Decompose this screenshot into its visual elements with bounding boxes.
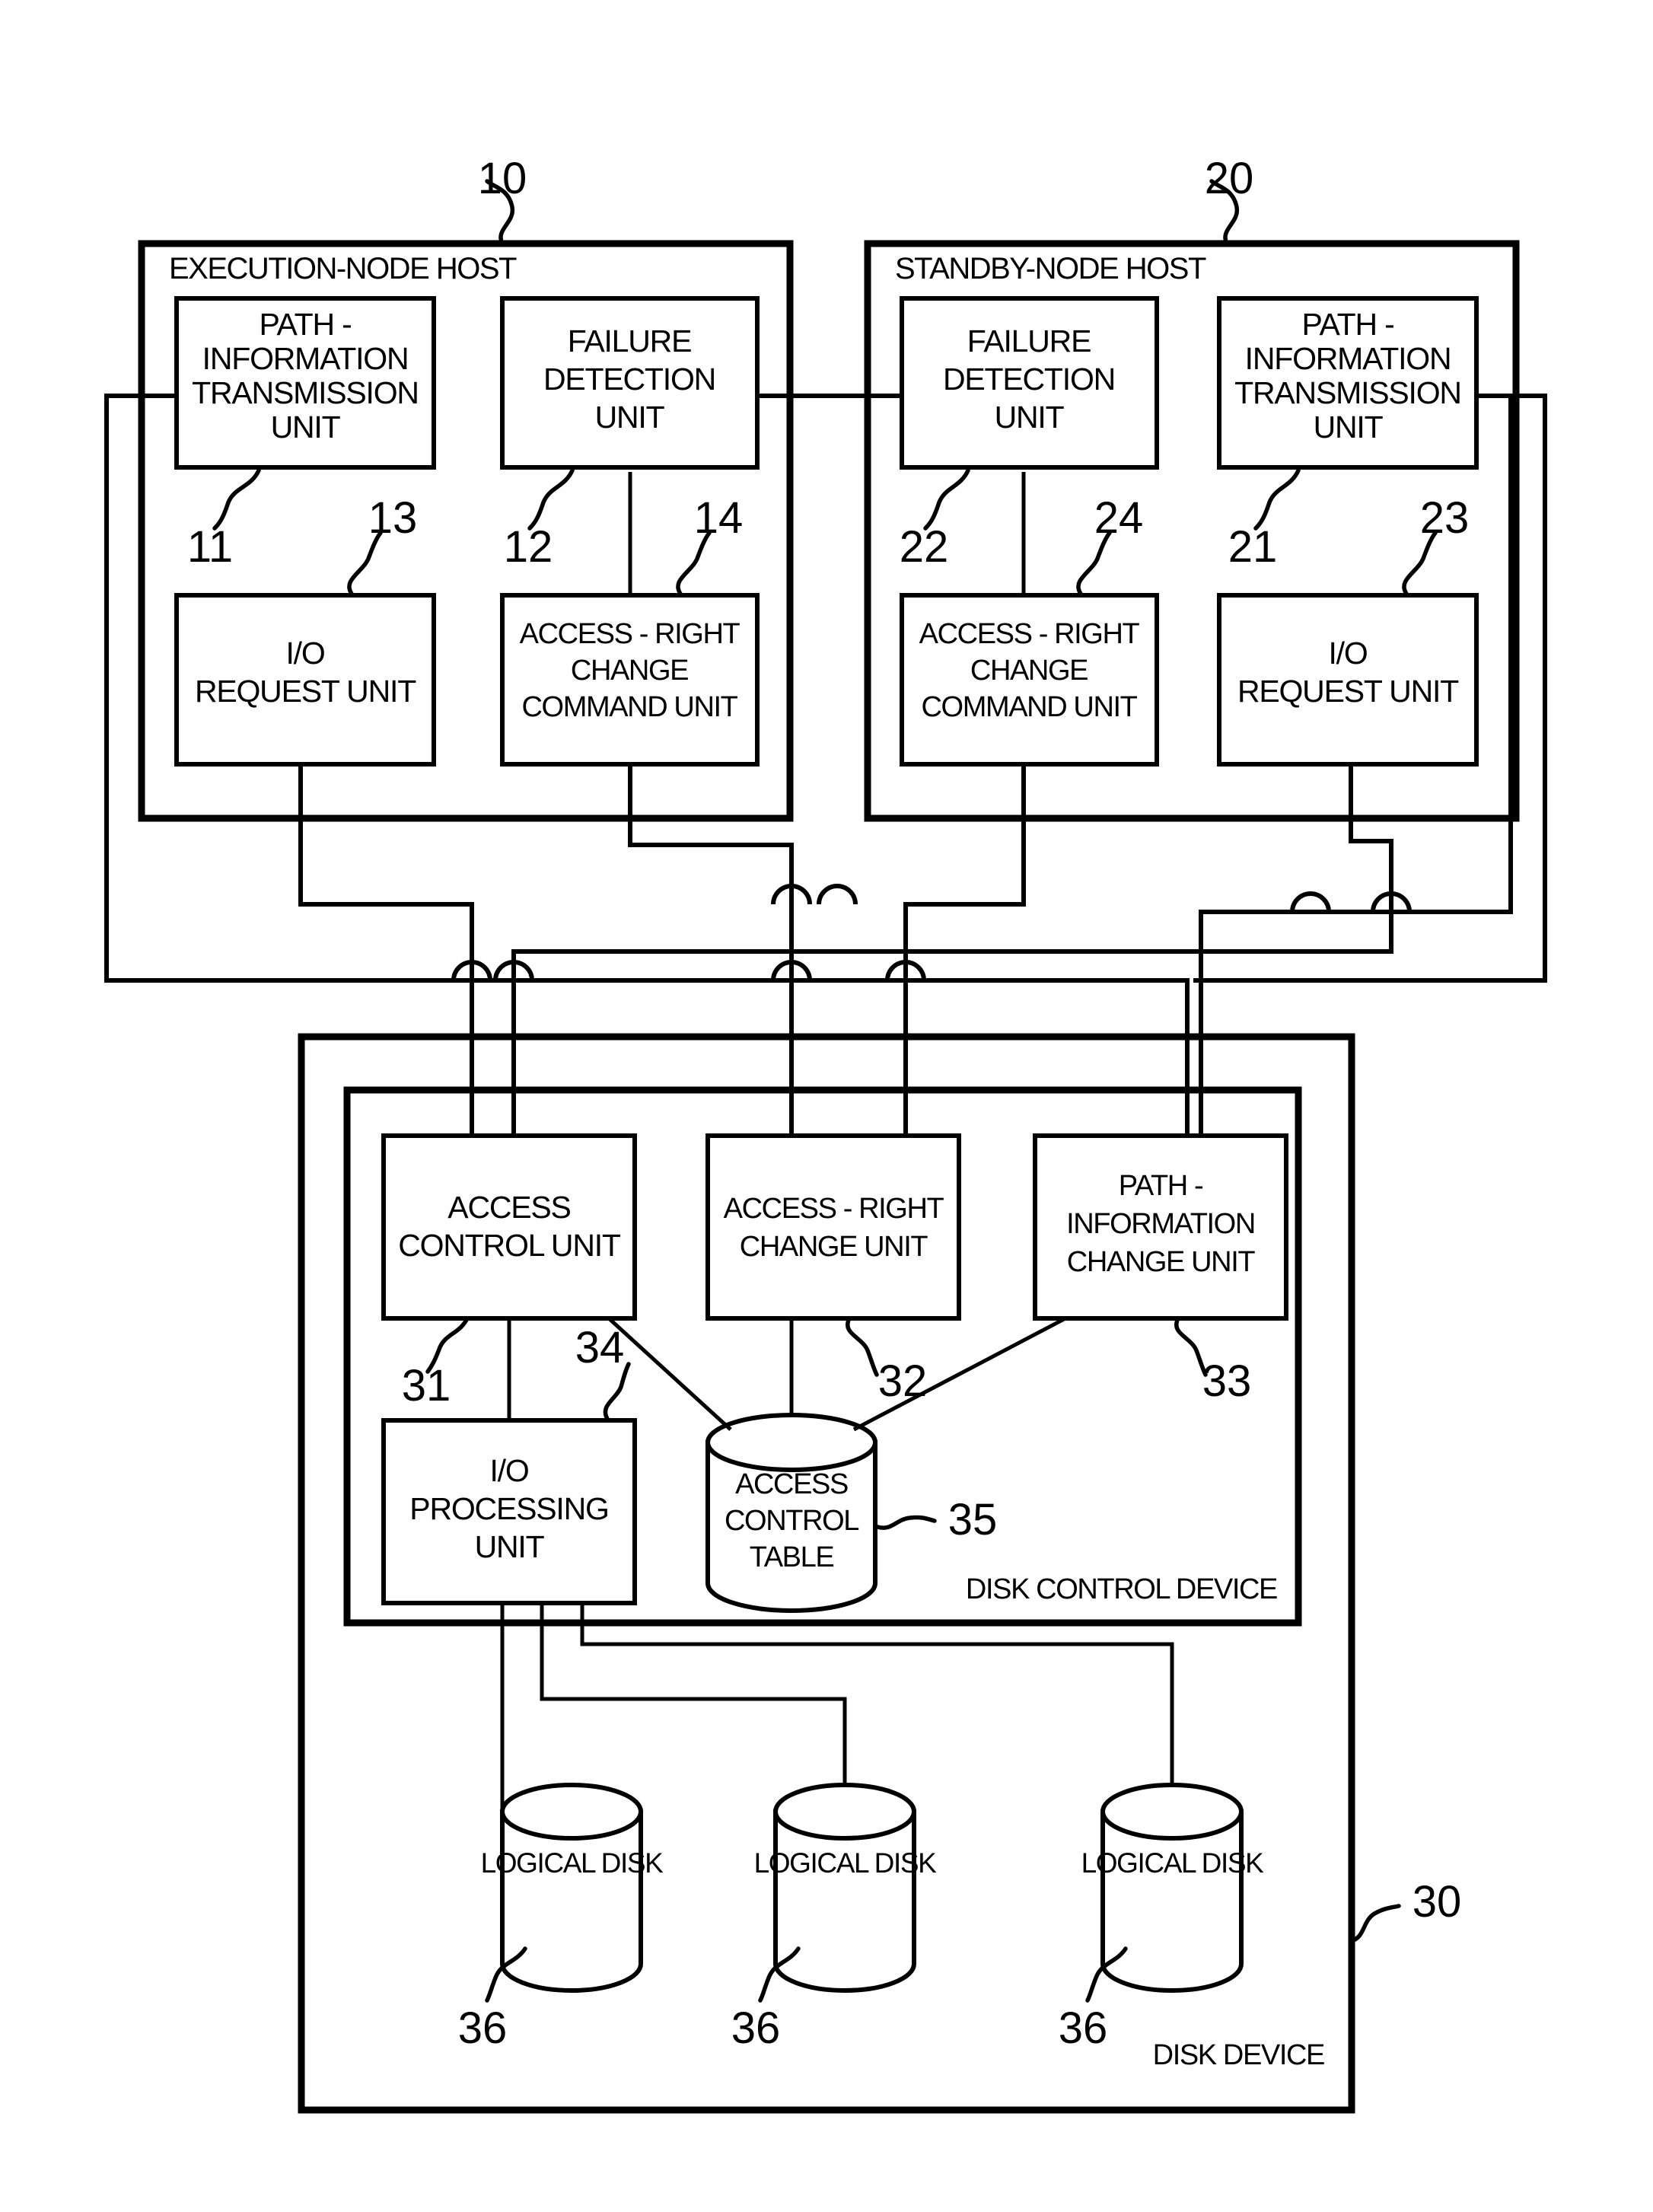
ref-label-20: 20 <box>1205 154 1254 203</box>
wire-crossover-hops-upper <box>771 884 858 905</box>
leader-35 <box>873 1515 937 1530</box>
leader-30 <box>1349 1904 1401 1943</box>
io-request-10-line1: I/O <box>285 636 324 671</box>
ref-label-13: 13 <box>368 493 418 543</box>
io-request-10-line2: REQUEST UNIT <box>195 674 416 709</box>
wire-crossover-hops <box>451 960 926 981</box>
ref-label-31: 31 <box>402 1361 451 1410</box>
access-right-change-unit-line1: ACCESS - RIGHT <box>724 1193 944 1225</box>
ref-label-21: 21 <box>1228 522 1278 572</box>
ref-label-35: 35 <box>948 1495 998 1544</box>
failure-detect-20-line1: FAILURE <box>967 324 1091 359</box>
ref-label-22: 22 <box>900 522 949 572</box>
ref-label-24: 24 <box>1094 493 1144 543</box>
path-info-change-unit-line1: PATH - <box>1119 1170 1203 1202</box>
ref-label-10: 10 <box>478 154 527 203</box>
access-control-table-line3: TABLE <box>750 1541 834 1573</box>
failure-detect-10-line2: DETECTION <box>543 362 715 397</box>
access-right-cmd-20-line2: CHANGE <box>970 655 1088 687</box>
logical-disk-2-label: LOGICAL DISK <box>754 1847 938 1879</box>
logical-disk-2 <box>773 1783 916 1993</box>
path-info-tx-10-line4: UNIT <box>271 410 341 445</box>
access-right-change-unit-line2: CHANGE UNIT <box>740 1231 928 1263</box>
io-request-20-line1: I/O <box>1328 636 1367 671</box>
io-processing-unit-line2: PROCESSING <box>409 1491 608 1526</box>
figure-canvas: DISK DEVICE DISK CONTROL DEVICE EXECUTIO… <box>0 0 1653 2212</box>
access-right-cmd-10-line3: COMMAND UNIT <box>522 691 738 723</box>
path-info-change-unit-line2: INFORMATION <box>1066 1208 1255 1240</box>
logical-disk-3-label: LOGICAL DISK <box>1081 1847 1265 1879</box>
failure-detect-20-line2: DETECTION <box>943 362 1115 397</box>
io-request-20-line2: REQUEST UNIT <box>1237 674 1459 709</box>
io-processing-to-disks-wires <box>500 1603 1174 1811</box>
access-right-cmd-20-line3: COMMAND UNIT <box>922 691 1138 723</box>
ref-label-36a: 36 <box>458 2003 508 2053</box>
ref-label-36b: 36 <box>731 2003 781 2053</box>
standby-node-host-box <box>864 240 1520 822</box>
path-info-change-unit-line3: CHANGE UNIT <box>1067 1246 1256 1278</box>
leader-22 <box>923 468 970 531</box>
ref-label-11: 11 <box>187 522 233 572</box>
ref-label-30: 30 <box>1413 1877 1462 1927</box>
ref-label-12: 12 <box>504 522 553 572</box>
failure-detect-10-line1: FAILURE <box>568 324 692 359</box>
logical-disk-1 <box>500 1783 643 1993</box>
path-info-tx-10-line3: TRANSMISSION <box>192 375 419 410</box>
access-right-cmd-20-line1: ACCESS - RIGHT <box>919 618 1140 650</box>
failure-detect-10-line3: UNIT <box>595 400 665 435</box>
standby-node-host-label: STANDBY-NODE HOST <box>895 252 1206 285</box>
ref-label-33: 33 <box>1202 1356 1252 1406</box>
access-right-cmd-10-line2: CHANGE <box>571 655 688 687</box>
io-processing-unit-line1: I/O <box>489 1453 528 1488</box>
path-info-tx-10-line1: PATH - <box>259 307 351 342</box>
access-right-cmd-10-line1: ACCESS - RIGHT <box>520 618 741 650</box>
leader-12 <box>527 468 575 531</box>
ref-label-36c: 36 <box>1059 2003 1108 2053</box>
path-info-tx-20-line4: UNIT <box>1314 410 1384 445</box>
disk-control-device-label: DISK CONTROL DEVICE <box>966 1573 1277 1605</box>
leader-33 <box>1174 1316 1208 1377</box>
leader-21 <box>1253 468 1301 531</box>
leader-11 <box>212 468 261 531</box>
access-control-unit-box <box>381 1133 637 1321</box>
failure-detect-20-line3: UNIT <box>995 400 1065 435</box>
ref-label-32: 32 <box>878 1356 928 1406</box>
path-info-tx-20-line1: PATH - <box>1301 307 1393 342</box>
path-info-tx-20-line3: TRANSMISSION <box>1234 375 1461 410</box>
path-info-tx-20-line2: INFORMATION <box>1245 341 1451 376</box>
leader-32 <box>846 1316 879 1377</box>
disk-device-label: DISK DEVICE <box>1153 2039 1324 2071</box>
patent-block-diagram: DISK DEVICE DISK CONTROL DEVICE EXECUTIO… <box>104 154 1547 2114</box>
ref-label-34: 34 <box>575 1323 625 1372</box>
ref-label-14: 14 <box>694 493 744 543</box>
execution-node-host-label: EXECUTION-NODE HOST <box>169 252 517 285</box>
io-processing-unit-line3: UNIT <box>475 1529 545 1564</box>
ref-label-23: 23 <box>1420 493 1470 543</box>
logical-disk-3 <box>1100 1783 1244 1993</box>
access-control-table-line1: ACCESS <box>735 1468 848 1500</box>
access-control-unit-line1: ACCESS <box>447 1190 570 1225</box>
access-control-unit-line2: CONTROL UNIT <box>398 1228 621 1263</box>
access-right-change-unit-box <box>705 1133 961 1321</box>
access-control-table-line2: CONTROL <box>725 1505 858 1537</box>
path-info-tx-10-line2: INFORMATION <box>202 341 409 376</box>
execution-node-host-box <box>138 240 794 822</box>
logical-disk-1-label: LOGICAL DISK <box>481 1847 664 1879</box>
